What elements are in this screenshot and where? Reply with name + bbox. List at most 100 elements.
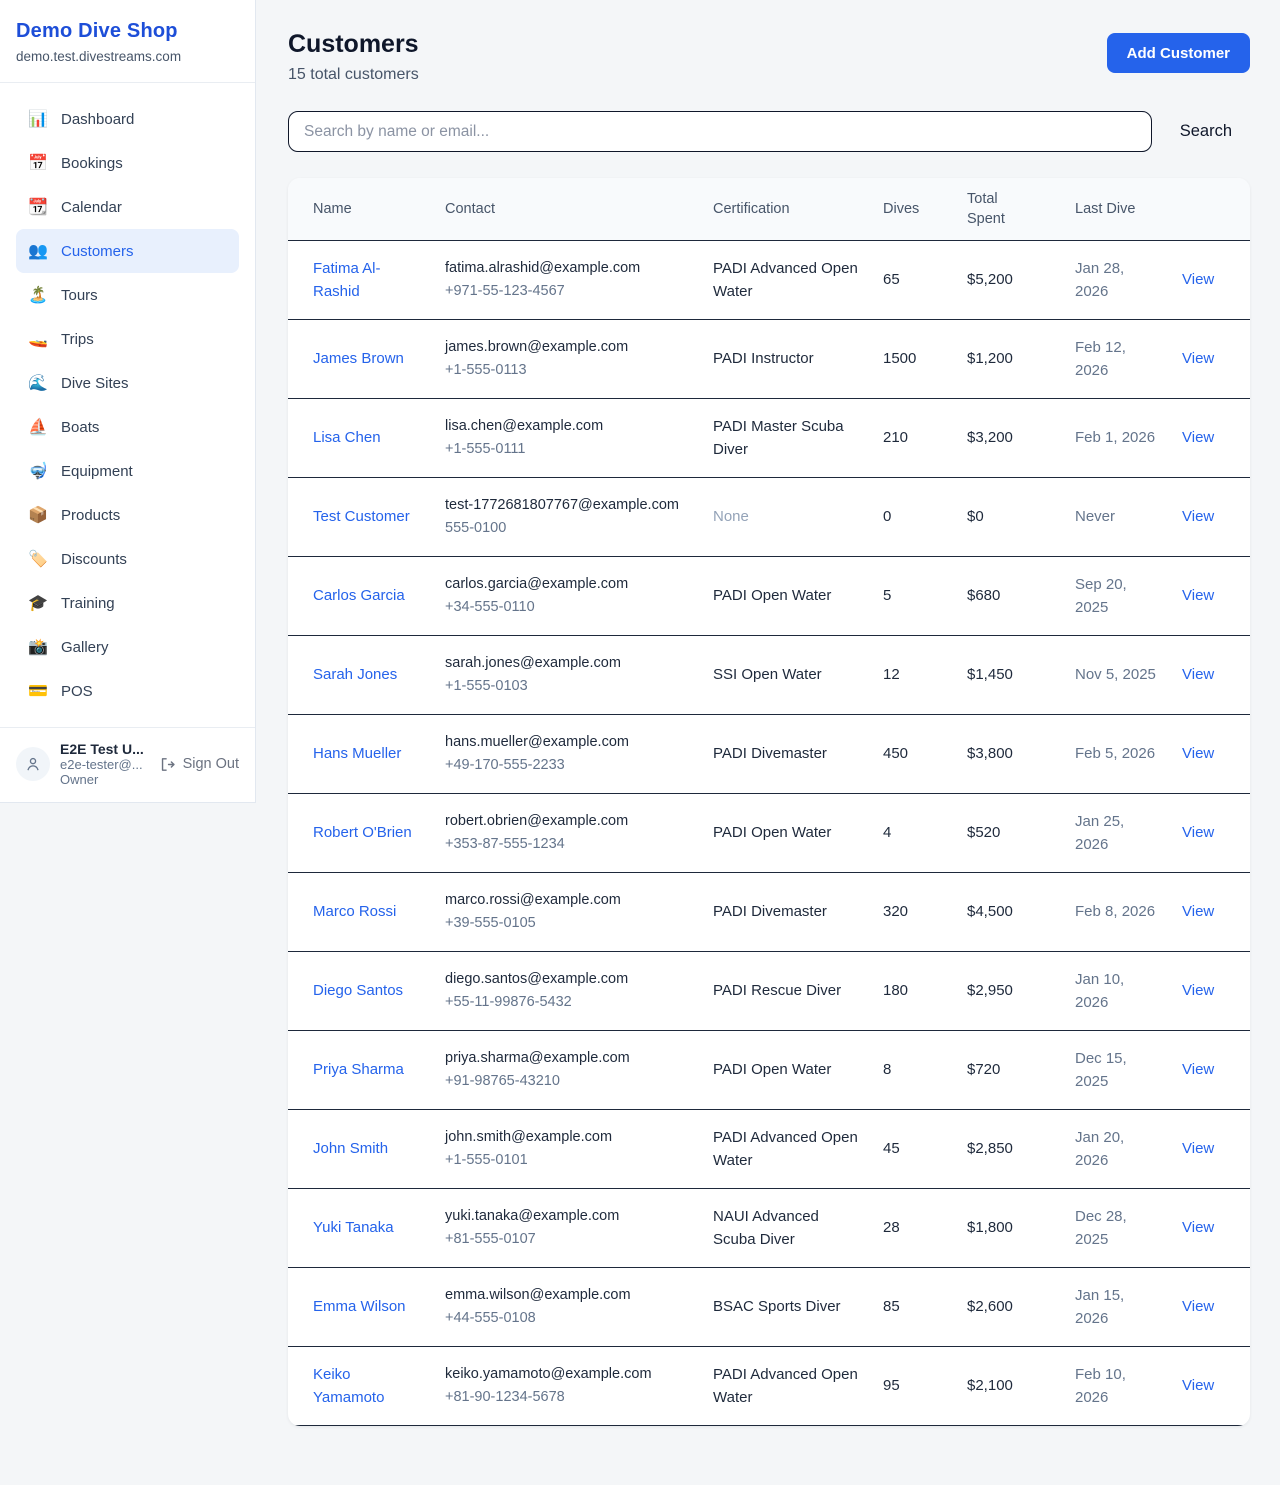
- customer-name-link[interactable]: Marco Rossi: [313, 900, 396, 923]
- customer-row: Carlos Garcia carlos.garcia@example.com …: [288, 556, 1250, 635]
- customer-name-link[interactable]: Fatima Al-Rashid: [313, 257, 421, 303]
- customer-email: yuki.tanaka@example.com: [445, 1205, 689, 1228]
- cell-certification: BSAC Sports Diver: [701, 1267, 871, 1346]
- cell-certification: PADI Open Water: [701, 1030, 871, 1109]
- view-customer-link[interactable]: View: [1182, 508, 1214, 525]
- customer-phone: +34-555-0110: [445, 596, 689, 619]
- customer-email: marco.rossi@example.com: [445, 889, 689, 912]
- sidebar-item-label: Boats: [61, 419, 99, 436]
- cell-dives: 45: [871, 1109, 955, 1188]
- cell-last-dive: Feb 1, 2026: [1063, 398, 1170, 477]
- customer-count: 15 total customers: [288, 66, 419, 84]
- search-input[interactable]: [288, 111, 1152, 152]
- cell-total-spent: $520: [955, 793, 1063, 872]
- cell-last-dive: Feb 5, 2026: [1063, 714, 1170, 793]
- view-customer-link[interactable]: View: [1182, 903, 1214, 920]
- customer-name-link[interactable]: James Brown: [313, 347, 404, 370]
- view-customer-link[interactable]: View: [1182, 429, 1214, 446]
- view-customer-link[interactable]: View: [1182, 1377, 1214, 1394]
- cell-name: Keiko Yamamoto: [288, 1346, 433, 1425]
- person-icon: [24, 755, 42, 773]
- cell-contact: sarah.jones@example.com +1-555-0103: [433, 635, 701, 714]
- cell-actions: View: [1170, 714, 1250, 793]
- sidebar-item-products[interactable]: 📦 Products: [16, 493, 239, 537]
- customer-name-link[interactable]: Carlos Garcia: [313, 584, 405, 607]
- customer-name-link[interactable]: Diego Santos: [313, 979, 403, 1002]
- sidebar-item-gallery[interactable]: 📸 Gallery: [16, 625, 239, 669]
- view-customer-link[interactable]: View: [1182, 587, 1214, 604]
- cell-name: Hans Mueller: [288, 714, 433, 793]
- customer-name-link[interactable]: Priya Sharma: [313, 1058, 404, 1081]
- customer-email: john.smith@example.com: [445, 1126, 689, 1149]
- page-header: Customers 15 total customers Add Custome…: [288, 30, 1250, 84]
- sidebar-item-dive-sites[interactable]: 🌊 Dive Sites: [16, 361, 239, 405]
- column-header-total-spent: Total Spent: [955, 178, 1063, 240]
- sign-out-label: Sign Out: [183, 756, 239, 772]
- sidebar-item-boats[interactable]: ⛵ Boats: [16, 405, 239, 449]
- cell-certification: SSI Open Water: [701, 635, 871, 714]
- view-customer-link[interactable]: View: [1182, 1298, 1214, 1315]
- customer-name-link[interactable]: Robert O'Brien: [313, 821, 412, 844]
- view-customer-link[interactable]: View: [1182, 1061, 1214, 1078]
- customer-name-link[interactable]: Emma Wilson: [313, 1295, 406, 1318]
- cell-actions: View: [1170, 872, 1250, 951]
- cell-actions: View: [1170, 398, 1250, 477]
- cell-certification: None: [701, 477, 871, 556]
- wave-icon: 🌊: [28, 373, 48, 393]
- sidebar-item-label: Products: [61, 507, 120, 524]
- view-customer-link[interactable]: View: [1182, 666, 1214, 683]
- cell-name: Carlos Garcia: [288, 556, 433, 635]
- sidebar-item-label: Gallery: [61, 639, 109, 656]
- customer-name-link[interactable]: John Smith: [313, 1137, 388, 1160]
- customer-name-link[interactable]: Hans Mueller: [313, 742, 401, 765]
- sidebar-item-training[interactable]: 🎓 Training: [16, 581, 239, 625]
- cell-total-spent: $2,850: [955, 1109, 1063, 1188]
- cell-name: Yuki Tanaka: [288, 1188, 433, 1267]
- sidebar-item-bookings[interactable]: 📅 Bookings: [16, 141, 239, 185]
- customer-phone: +39-555-0105: [445, 912, 689, 935]
- sidebar-item-tours[interactable]: 🏝️ Tours: [16, 273, 239, 317]
- sidebar-item-discounts[interactable]: 🏷️ Discounts: [16, 537, 239, 581]
- cell-name: Lisa Chen: [288, 398, 433, 477]
- cell-contact: keiko.yamamoto@example.com +81-90-1234-5…: [433, 1346, 701, 1425]
- customer-row: James Brown james.brown@example.com +1-5…: [288, 319, 1250, 398]
- view-customer-link[interactable]: View: [1182, 271, 1214, 288]
- view-customer-link[interactable]: View: [1182, 1219, 1214, 1236]
- customer-name-link[interactable]: Keiko Yamamoto: [313, 1363, 421, 1409]
- cell-actions: View: [1170, 951, 1250, 1030]
- sidebar-item-calendar[interactable]: 📆 Calendar: [16, 185, 239, 229]
- view-customer-link[interactable]: View: [1182, 982, 1214, 999]
- cell-certification: PADI Advanced Open Water: [701, 1109, 871, 1188]
- cell-total-spent: $4,500: [955, 872, 1063, 951]
- customer-name-link[interactable]: Yuki Tanaka: [313, 1216, 394, 1239]
- customer-phone: +49-170-555-2233: [445, 754, 689, 777]
- customer-phone: +1-555-0111: [445, 438, 689, 461]
- cell-contact: fatima.alrashid@example.com +971-55-123-…: [433, 240, 701, 319]
- cell-certification: PADI Master Scuba Diver: [701, 398, 871, 477]
- view-customer-link[interactable]: View: [1182, 1140, 1214, 1157]
- sidebar-item-dashboard[interactable]: 📊 Dashboard: [16, 97, 239, 141]
- customer-row: Hans Mueller hans.mueller@example.com +4…: [288, 714, 1250, 793]
- cell-contact: carlos.garcia@example.com +34-555-0110: [433, 556, 701, 635]
- add-customer-button[interactable]: Add Customer: [1107, 33, 1250, 73]
- view-customer-link[interactable]: View: [1182, 824, 1214, 841]
- customer-name-link[interactable]: Sarah Jones: [313, 663, 397, 686]
- cell-last-dive: Dec 15, 2025: [1063, 1030, 1170, 1109]
- view-customer-link[interactable]: View: [1182, 350, 1214, 367]
- view-customer-link[interactable]: View: [1182, 745, 1214, 762]
- sidebar-item-trips[interactable]: 🚤 Trips: [16, 317, 239, 361]
- customer-name-link[interactable]: Test Customer: [313, 505, 410, 528]
- cell-name: Emma Wilson: [288, 1267, 433, 1346]
- cell-total-spent: $2,100: [955, 1346, 1063, 1425]
- speedboat-icon: 🚤: [28, 329, 48, 349]
- search-button[interactable]: Search: [1152, 122, 1250, 141]
- customer-name-link[interactable]: Lisa Chen: [313, 426, 381, 449]
- customers-table-card: Name Contact Certification Dives Total S…: [288, 178, 1250, 1426]
- sign-out-button[interactable]: Sign Out: [159, 756, 239, 773]
- cell-total-spent: $5,200: [955, 240, 1063, 319]
- sidebar-item-pos[interactable]: 💳 POS: [16, 669, 239, 713]
- sidebar-item-equipment[interactable]: 🤿 Equipment: [16, 449, 239, 493]
- island-icon: 🏝️: [28, 285, 48, 305]
- sidebar-item-customers[interactable]: 👥 Customers: [16, 229, 239, 273]
- shop-name: Demo Dive Shop: [16, 20, 239, 43]
